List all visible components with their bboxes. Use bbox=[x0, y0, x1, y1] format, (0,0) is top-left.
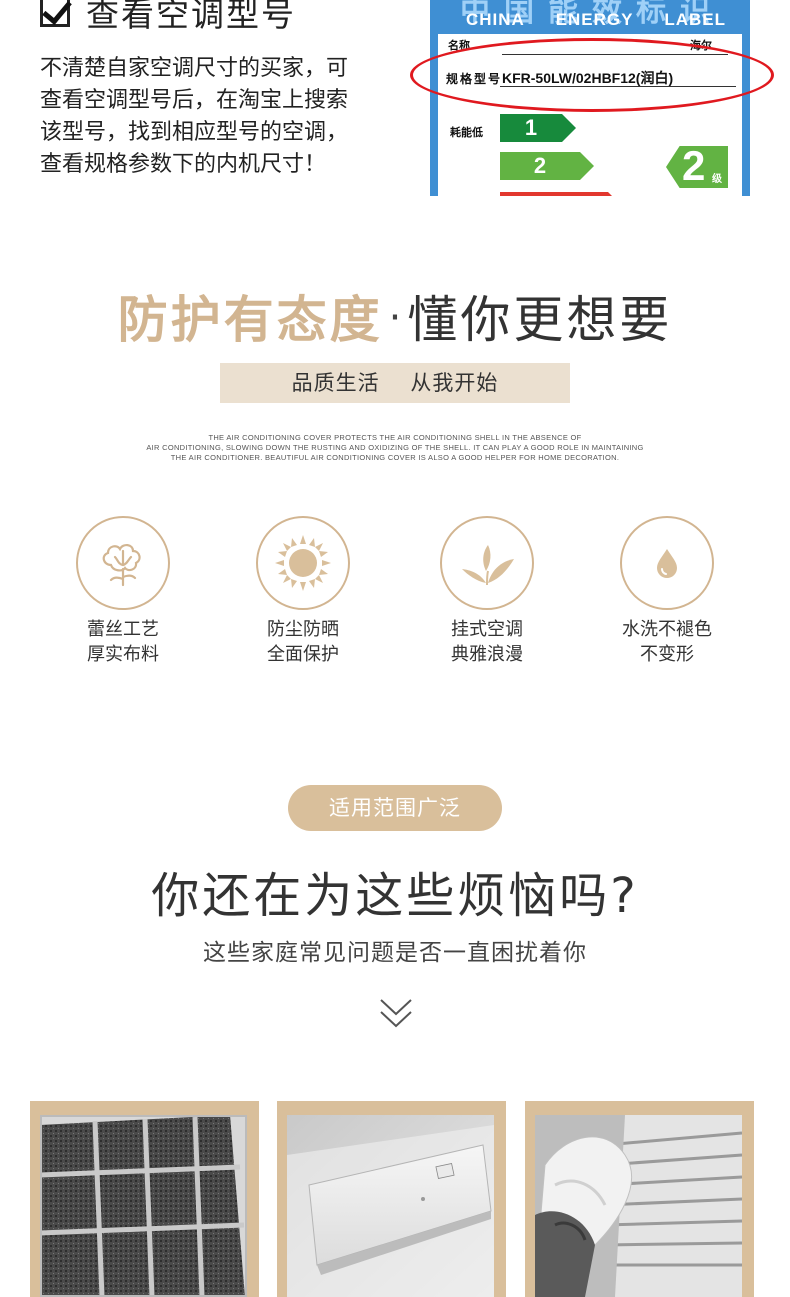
cleaning-vents-photo bbox=[535, 1115, 742, 1297]
energy-label-en-word: ENERGY bbox=[555, 10, 634, 29]
description-line: 查看空调型号后，在淘宝上搜索 bbox=[40, 88, 349, 113]
scope-pill-badge: 适用范围广泛 bbox=[288, 785, 502, 831]
photo-card-cleaning bbox=[525, 1101, 754, 1297]
description-line: 查看规格参数下的内机尺寸！ bbox=[40, 152, 327, 177]
water-drop-icon bbox=[657, 549, 677, 578]
photo-card-ac-unit bbox=[277, 1101, 506, 1297]
feature-item-cotton: 蕾丝工艺 厚实布料 bbox=[43, 516, 203, 667]
feature-icon-circle bbox=[440, 516, 534, 610]
grade-badge: 2 级 bbox=[666, 146, 728, 188]
english-line: AIR CONDITIONING, SLOWING DOWN THE RUSTI… bbox=[146, 443, 644, 452]
problems-subtitle: 这些家庭常见问题是否一直困扰着你 bbox=[203, 940, 587, 966]
energy-label-en-word: LABEL bbox=[664, 10, 726, 29]
english-line: THE AIR CONDITIONING COVER PROTECTS THE … bbox=[208, 433, 582, 442]
feature-line: 全面保护 bbox=[267, 644, 339, 665]
energy-label-en-title: CHINA ENERGY LABEL bbox=[466, 10, 726, 30]
title-separator-dot: · bbox=[388, 295, 402, 341]
highlight-oval bbox=[410, 38, 774, 112]
model-lookup-title: 查看空调型号 bbox=[86, 0, 296, 34]
grade-bar-number: 1 bbox=[524, 115, 538, 140]
model-lookup-section: 查看空调型号 不清楚自家空调尺寸的买家，可 查看空调型号后，在淘宝上搜索 该型号… bbox=[0, 0, 790, 200]
model-lookup-heading: 查看空调型号 bbox=[40, 0, 296, 34]
feature-line: 挂式空调 bbox=[451, 619, 523, 640]
feature-icon-circle bbox=[76, 516, 170, 610]
cotton-icon bbox=[102, 544, 141, 587]
protection-subtitle: 品质生活 从我开始 bbox=[220, 363, 570, 403]
model-lookup-description: 不清楚自家空调尺寸的买家，可 查看空调型号后，在淘宝上搜索 该型号，找到相应型号… bbox=[40, 53, 410, 181]
energy-label-header: 中国能效标识 CHINA ENERGY LABEL bbox=[430, 0, 750, 38]
feature-item-leaf: 挂式空调 典雅浪漫 bbox=[407, 516, 567, 667]
problems-title: 你还在为这些烦恼吗? bbox=[151, 868, 639, 924]
checkbox-icon bbox=[40, 0, 70, 27]
protection-title-dark: 懂你更想要 bbox=[407, 291, 673, 349]
grade-value: 2 bbox=[682, 142, 706, 189]
description-line: 该型号，找到相应型号的空调， bbox=[40, 120, 349, 145]
feature-icon-circle bbox=[256, 516, 350, 610]
photo-card-filter bbox=[30, 1101, 259, 1297]
feature-item-water: 水洗不褪色 不变形 bbox=[587, 516, 747, 667]
feature-line: 蕾丝工艺 bbox=[87, 619, 159, 640]
dusty-filter-photo bbox=[40, 1115, 247, 1297]
feature-icon-circle bbox=[620, 516, 714, 610]
protection-title: 防护有态度 · 懂你更想要 bbox=[0, 280, 790, 352]
grade-bar-1: 1 bbox=[500, 114, 576, 142]
feature-line: 厚实布料 bbox=[87, 644, 159, 665]
leaf-icon bbox=[462, 545, 514, 586]
english-line: THE AIR CONDITIONER. BEAUTIFUL AIR CONDI… bbox=[170, 453, 620, 462]
grade-bar-3 bbox=[500, 192, 622, 196]
protection-title-gold: 防护有态度 bbox=[117, 291, 383, 349]
sun-icon bbox=[275, 535, 331, 591]
feature-line: 防尘防晒 bbox=[267, 619, 339, 640]
chevron-down-icon bbox=[380, 999, 412, 1028]
grade-unit: 级 bbox=[712, 174, 722, 185]
feature-line: 典雅浪漫 bbox=[451, 644, 523, 665]
feature-line: 水洗不褪色 bbox=[622, 619, 712, 640]
grade-bar-2: 2 bbox=[500, 152, 594, 180]
feature-item-sun: 防尘防晒 全面保护 bbox=[223, 516, 383, 667]
grade-bar-number: 2 bbox=[533, 153, 547, 178]
energy-label-low-consumption: 耗能低 bbox=[450, 126, 483, 139]
feature-list: 蕾丝工艺 厚实布料 防尘防晒 全面保护 挂式空调 典雅浪漫 水洗不褪色 不变形 bbox=[0, 516, 790, 676]
protection-english-text: THE AIR CONDITIONING COVER PROTECTS THE … bbox=[110, 433, 680, 463]
energy-label-en-word: CHINA bbox=[466, 10, 525, 29]
wall-ac-unit-photo bbox=[287, 1115, 494, 1297]
description-line: 不清楚自家空调尺寸的买家，可 bbox=[40, 56, 349, 81]
feature-line: 不变形 bbox=[640, 644, 694, 665]
